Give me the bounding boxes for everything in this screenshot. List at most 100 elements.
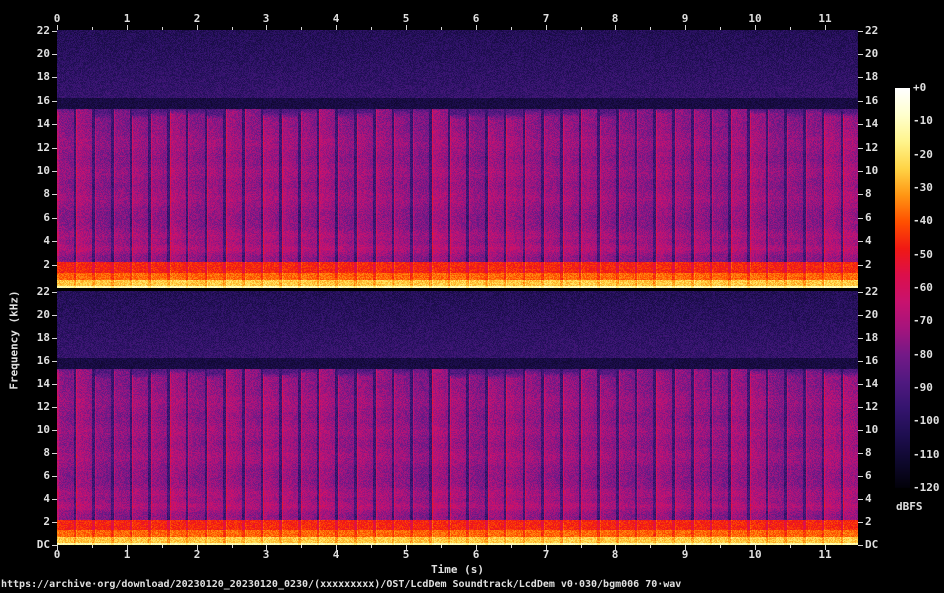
- time-tick-label: 2: [193, 548, 201, 561]
- freq-tick: [858, 384, 863, 385]
- freq-tick-label: 4: [43, 492, 50, 505]
- colorbar: [895, 88, 910, 488]
- time-tick: [476, 545, 477, 550]
- freq-tick-label: 18: [865, 331, 879, 344]
- freq-tick: [858, 124, 863, 125]
- time-tick-label: 5: [402, 12, 410, 25]
- time-tick-label: 8: [611, 548, 619, 561]
- freq-tick-label: 20: [865, 308, 879, 321]
- time-tick-label: 7: [542, 12, 550, 25]
- time-tick-label: 10: [748, 12, 762, 25]
- colorbar-tick-label: -30: [913, 181, 933, 194]
- freq-tick: [858, 77, 863, 78]
- freq-tick-label: 8: [865, 187, 872, 200]
- time-minor-tick: [232, 545, 233, 548]
- time-tick-label: 1: [123, 548, 131, 561]
- frequency-axis-label: Frequency (kHz): [7, 290, 21, 390]
- colorbar-tick-label: -90: [913, 381, 933, 394]
- freq-tick-label: 6: [43, 469, 50, 482]
- freq-tick-label: 10: [36, 423, 50, 436]
- time-tick-label: 11: [818, 548, 832, 561]
- time-tick-label: 10: [748, 548, 762, 561]
- freq-tick-label: 8: [43, 187, 50, 200]
- time-tick: [406, 545, 407, 550]
- file-url-text: https://archive·org/download/20230120_20…: [1, 579, 682, 590]
- freq-tick: [858, 522, 863, 523]
- freq-tick-label: 4: [43, 234, 50, 247]
- freq-tick-label: 22: [865, 285, 879, 298]
- time-minor-tick: [720, 545, 721, 548]
- freq-tick-label: 16: [865, 94, 879, 107]
- freq-tick-label: 2: [43, 258, 50, 271]
- colorbar-tick-label: -10: [913, 114, 933, 127]
- freq-tick-label: DC: [36, 538, 50, 551]
- freq-tick-label: 22: [865, 24, 879, 37]
- freq-tick-label: DC: [865, 538, 879, 551]
- spectrogram-window: Frequency (kHz) 0 1 2 3 4 5 6 7 8 9 10 11 012345678…: [0, 0, 944, 593]
- freq-tick-label: 14: [36, 117, 50, 130]
- time-tick-label: 9: [681, 12, 689, 25]
- time-minor-tick: [650, 545, 651, 548]
- time-minor-tick: [511, 545, 512, 548]
- time-tick-label: 2: [193, 12, 201, 25]
- colorbar-tick-label: -80: [913, 348, 933, 361]
- freq-tick: [858, 338, 863, 339]
- time-tick-label: 6: [472, 12, 480, 25]
- freq-tick-label: 22: [36, 24, 50, 37]
- freq-tick-label: 10: [865, 423, 879, 436]
- freq-tick: [858, 31, 863, 32]
- freq-tick-label: 8: [43, 446, 50, 459]
- freq-tick-label: 4: [865, 492, 872, 505]
- colorbar-tick-label: -20: [913, 148, 933, 161]
- spectrogram-channel-1: [57, 30, 858, 288]
- time-tick-label: 8: [611, 12, 619, 25]
- freq-tick-label: 12: [865, 141, 879, 154]
- freq-tick: [858, 101, 863, 102]
- time-tick: [615, 545, 616, 550]
- colorbar-unit-label: dBFS: [896, 500, 923, 513]
- time-tick-label: 6: [472, 548, 480, 561]
- time-minor-tick: [371, 545, 372, 548]
- colorbar-tick-label: -70: [913, 314, 933, 327]
- time-tick-label: 4: [332, 548, 340, 561]
- time-tick: [825, 545, 826, 550]
- time-tick: [266, 545, 267, 550]
- freq-tick: [858, 315, 863, 316]
- freq-tick-label: 12: [36, 400, 50, 413]
- freq-tick: [52, 545, 57, 546]
- freq-tick-label: 16: [865, 354, 879, 367]
- time-minor-tick: [92, 545, 93, 548]
- freq-tick: [858, 430, 863, 431]
- freq-tick: [858, 218, 863, 219]
- colorbar-tick-label: +0: [913, 81, 927, 94]
- time-tick-label: 0: [53, 548, 61, 561]
- freq-tick-label: 20: [36, 47, 50, 60]
- freq-tick-label: 18: [36, 70, 50, 83]
- time-tick-label: 11: [818, 12, 832, 25]
- freq-tick-label: 2: [43, 515, 50, 528]
- freq-tick-label: 8: [865, 446, 872, 459]
- freq-tick: [858, 148, 863, 149]
- freq-tick-label: 10: [865, 164, 879, 177]
- time-tick: [127, 545, 128, 550]
- time-minor-tick: [162, 545, 163, 548]
- freq-tick-label: 6: [865, 211, 872, 224]
- time-tick-label: 1: [123, 12, 131, 25]
- spectrogram-channel-2: [57, 291, 858, 545]
- time-axis-label: Time (s): [431, 563, 484, 576]
- freq-tick-label: 10: [36, 164, 50, 177]
- freq-tick: [858, 241, 863, 242]
- time-minor-tick: [581, 545, 582, 548]
- time-tick: [336, 545, 337, 550]
- colorbar-tick-label: -100: [913, 414, 940, 427]
- freq-tick: [858, 407, 863, 408]
- time-tick-label: 3: [262, 548, 270, 561]
- freq-tick: [858, 499, 863, 500]
- time-tick-label: 0: [53, 12, 61, 25]
- freq-tick-label: 12: [865, 400, 879, 413]
- time-tick-label: 7: [542, 548, 550, 561]
- time-tick: [755, 545, 756, 550]
- freq-tick: [858, 265, 863, 266]
- colorbar-tick-label: -110: [913, 448, 940, 461]
- colorbar-tick-label: -40: [913, 214, 933, 227]
